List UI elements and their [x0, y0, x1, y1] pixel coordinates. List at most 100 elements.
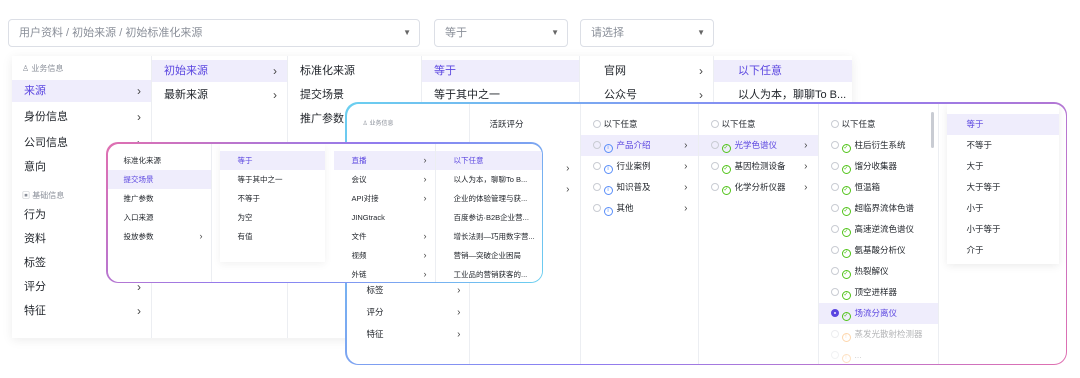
item-entry-source[interactable]: 入口来源 — [108, 208, 211, 227]
operator-select-value: 等于 — [445, 27, 467, 39]
event-column: 以下任意 以人为本，聊聊To B... 企业的体验管理与获... 百度参访·B2… — [435, 143, 542, 282]
op-not-equal[interactable]: 不等于 — [947, 135, 1059, 156]
item-active-score[interactable]: 活跃评分 — [470, 114, 580, 135]
warning-circle-icon: ! — [841, 353, 851, 363]
field-column: 标准化来源 提交场景 推广参数 入口来源 投放参数 › — [107, 143, 212, 282]
item-chem-analysis[interactable]: ✓ 化学分析仪器 › — [699, 177, 818, 198]
item-prod-10[interactable]: ! 蒸发光散射检测器 — [819, 324, 938, 345]
operator-column: 等于 不等于 大于 大于等于 小于 小于等于 介于 — [946, 103, 1059, 264]
op-left-not-equal[interactable]: 不等于 — [220, 189, 325, 208]
bg-item-website[interactable]: 官网 › — [580, 60, 713, 82]
chevron-down-icon: ▼ — [697, 28, 705, 37]
item-prod-11[interactable]: !... — [819, 345, 938, 364]
op-greater[interactable]: 大于 — [947, 156, 1059, 177]
item-live[interactable]: 直播 › — [333, 150, 435, 170]
item-optical-chromatograph[interactable]: ✓ 光学色谱仪 › — [698, 134, 818, 156]
item-video[interactable]: 视频 › — [334, 246, 435, 265]
check-circle-icon: ✓ — [841, 311, 851, 321]
item-gene-test[interactable]: ✓ 基因检测设备 › — [699, 156, 818, 177]
bg-item-initial-source[interactable]: 初始来源 › — [152, 60, 287, 82]
op-left-in[interactable]: 等于其中之一 — [220, 170, 325, 189]
mini-item-score[interactable]: 评分 › — [355, 302, 469, 323]
mini-group-label: ♙ 业务信息 — [362, 120, 394, 127]
value-select-placeholder: 请选择 — [591, 27, 624, 39]
item-event-3[interactable]: 百度参访·B2B企业营... — [436, 208, 542, 227]
scrollbar[interactable] — [930, 111, 934, 148]
item-event-4[interactable]: 增长法则—巧用数字营... — [436, 227, 542, 246]
value-select[interactable]: 请选择 ▼ — [580, 19, 714, 47]
item-event-5[interactable]: 营销—突破企业困局 — [436, 246, 542, 265]
item-file[interactable]: 文件 › — [334, 227, 435, 246]
item-std-source[interactable]: 标准化来源 — [108, 151, 211, 170]
item-prod-4[interactable]: ✓ 超临界流体色谱 — [819, 198, 938, 219]
operator-select[interactable]: 等于 ▼ — [434, 19, 568, 47]
info-circle-icon: i — [603, 164, 613, 174]
item-prod-7[interactable]: ✓ 热裂解仪 — [819, 261, 938, 282]
bg-item-any[interactable]: 以下任意 — [714, 60, 852, 82]
item-prod-any[interactable]: 以下任意 — [819, 114, 938, 135]
item-event-any[interactable]: 以下任意 — [435, 150, 542, 170]
item-jingtrack[interactable]: JINGtrack — [334, 208, 435, 227]
user-icon: ♙ — [362, 120, 370, 127]
op-left-has-value[interactable]: 有值 — [220, 227, 325, 246]
check-circle-icon: ✓ — [841, 206, 851, 216]
item-knowledge[interactable]: i 知识普及 › — [581, 177, 698, 198]
op-less[interactable]: 小于 — [947, 198, 1059, 219]
bg-item-identity[interactable]: 身份信息 › — [12, 106, 151, 128]
item-event-1[interactable]: 以人为本，聊聊To B... — [436, 170, 542, 189]
item-prod-2[interactable]: ✓ 馏分收集器 — [819, 156, 938, 177]
item-prod-8[interactable]: ✓ 顶空进样器 — [819, 282, 938, 303]
info-circle-icon: i — [603, 143, 613, 153]
path-select[interactable]: 用户资料 / 初始来源 / 初始标准化来源 ▼ — [8, 19, 420, 47]
op-less-equal[interactable]: 小于等于 — [947, 219, 1059, 240]
op-equal[interactable]: 等于 — [946, 113, 1059, 135]
bg-item-source[interactable]: 来源 › — [12, 80, 151, 102]
operator-column-left: 等于 等于其中之一 不等于 为空 有值 — [219, 143, 325, 262]
bg-item-latest-source[interactable]: 最新来源 › — [152, 84, 287, 106]
check-circle-icon: ✓ — [841, 290, 851, 300]
chevron-down-icon: ▼ — [551, 28, 559, 37]
item-other[interactable]: i 其他 › — [581, 198, 698, 219]
item-external-link[interactable]: 外链 › — [334, 265, 435, 282]
item-prod-1[interactable]: ✓ 柱后衍生系统 — [819, 135, 938, 156]
item-prod-6[interactable]: ✓ 氨基酸分析仪 — [819, 240, 938, 261]
item-product-intro[interactable]: i 产品介绍 › — [580, 134, 698, 156]
op-between[interactable]: 介于 — [947, 240, 1059, 261]
item-api[interactable]: API对接 › — [334, 189, 435, 208]
check-circle-icon: ✓ — [841, 185, 851, 195]
check-circle-icon: ✓ — [721, 143, 731, 153]
op-left-empty[interactable]: 为空 — [220, 208, 325, 227]
user-icon: ♙ — [22, 64, 32, 73]
check-circle-icon: ✓ — [721, 185, 731, 195]
op-left-equal[interactable]: 等于 — [219, 150, 325, 170]
check-circle-icon: ✓ — [841, 269, 851, 279]
item-cat-any[interactable]: 以下任意 — [699, 114, 818, 135]
bg-item-op-equal[interactable]: 等于 — [422, 60, 579, 82]
id-card-icon: ▣ — [22, 191, 33, 200]
item-promo-param[interactable]: 推广参数 — [108, 189, 211, 208]
item-case-study[interactable]: i 行业案例 › — [581, 156, 698, 177]
check-circle-icon: ✓ — [841, 164, 851, 174]
info-circle-icon: i — [603, 206, 613, 216]
bg-item-std-source[interactable]: 标准化来源 — [288, 60, 421, 82]
check-circle-icon: ✓ — [841, 143, 851, 153]
op-greater-equal[interactable]: 大于等于 — [947, 177, 1059, 198]
item-meeting[interactable]: 会议 › — [334, 170, 435, 189]
item-prod-5[interactable]: ✓ 高速逆流色谱仪 — [819, 219, 938, 240]
check-circle-icon: ✓ — [721, 164, 731, 174]
left-cascader-frame: 标准化来源 提交场景 推广参数 入口来源 投放参数 › 等于 等于其中之一 不等于… — [106, 142, 543, 283]
item-type-any[interactable]: 以下任意 — [581, 114, 698, 135]
path-select-value: 用户资料 / 初始来源 / 初始标准化来源 — [19, 27, 203, 39]
item-prod-3[interactable]: ✓ 恒温箱 — [819, 177, 938, 198]
item-event-2[interactable]: 企业的体验管理与获... — [436, 189, 542, 208]
bg-item-feature[interactable]: 特征 › — [12, 300, 151, 322]
mini-item-feature[interactable]: 特征 › — [355, 324, 469, 345]
item-event-6[interactable]: 工业品的营销获客的... — [436, 265, 542, 282]
content-type-column: 以下任意 i 产品介绍 › i 行业案例 › i 知识普及 › i 其他 › — [580, 103, 699, 364]
item-ad-param[interactable]: 投放参数 › — [108, 227, 211, 246]
item-submit-scene[interactable]: 提交场景 — [107, 169, 211, 189]
warning-circle-icon: ! — [841, 332, 851, 342]
check-circle-icon: ✓ — [841, 248, 851, 258]
item-prod-9[interactable]: ✓ 场流分离仪 — [818, 302, 938, 324]
left-cascader: 标准化来源 提交场景 推广参数 入口来源 投放参数 › 等于 等于其中之一 不等于… — [107, 143, 542, 282]
